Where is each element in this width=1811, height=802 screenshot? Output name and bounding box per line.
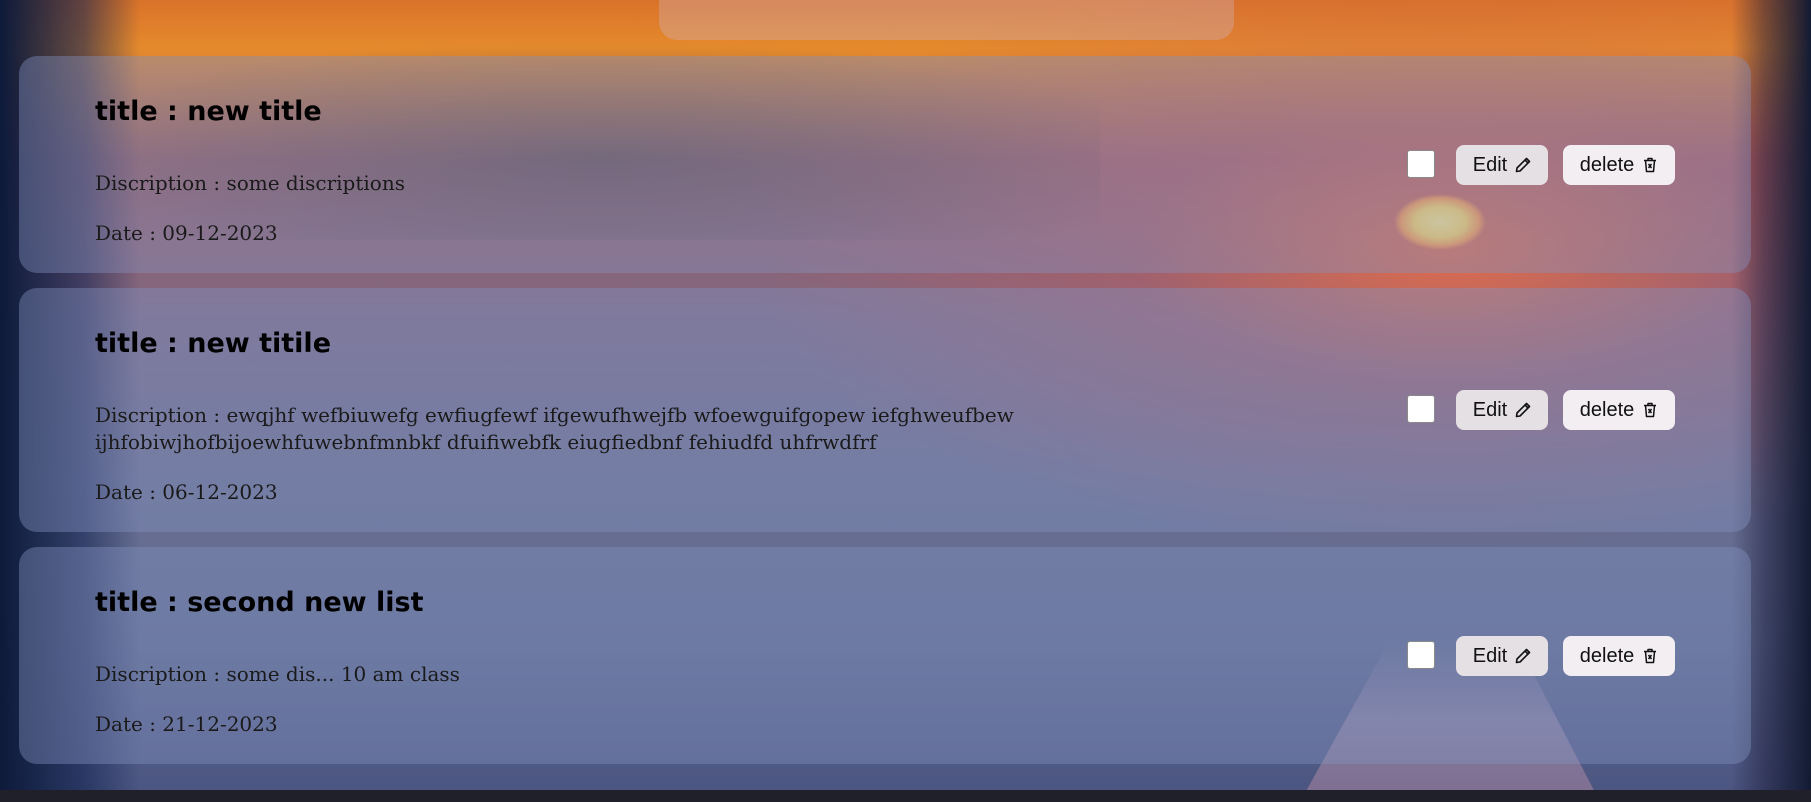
- pencil-icon: [1515, 648, 1531, 664]
- todo-card: title : new titile Discription : ewqjhf …: [19, 288, 1751, 532]
- trash-icon: [1644, 157, 1657, 173]
- todo-title: title : second new list: [95, 587, 424, 618]
- todo-checkbox[interactable]: [1407, 641, 1435, 669]
- delete-button[interactable]: delete: [1563, 390, 1675, 430]
- pencil-icon: [1515, 157, 1531, 173]
- todo-checkbox[interactable]: [1407, 150, 1435, 178]
- edit-button-label: Edit: [1472, 398, 1508, 421]
- trash-icon: [1644, 648, 1657, 664]
- todo-description: Discription : some discriptions: [95, 171, 405, 195]
- todo-title: title : new title: [95, 96, 322, 127]
- todo-date: Date : 06-12-2023: [95, 480, 278, 504]
- todo-checkbox[interactable]: [1407, 395, 1435, 423]
- edit-button-label: Edit: [1472, 153, 1508, 176]
- top-panel: [659, 0, 1234, 40]
- trash-icon: [1644, 402, 1657, 418]
- todo-date: Date : 21-12-2023: [95, 712, 278, 736]
- delete-button-label: delete: [1579, 644, 1635, 667]
- pencil-icon: [1515, 402, 1531, 418]
- todo-title: title : new titile: [95, 328, 331, 359]
- todo-description: Discription : some dis... 10 am class: [95, 662, 460, 686]
- delete-button[interactable]: delete: [1563, 636, 1675, 676]
- edit-button[interactable]: Edit: [1456, 145, 1548, 185]
- taskbar: [0, 790, 1811, 802]
- edit-button-label: Edit: [1472, 644, 1508, 667]
- delete-button-label: delete: [1579, 153, 1635, 176]
- delete-button[interactable]: delete: [1563, 145, 1675, 185]
- edit-button[interactable]: Edit: [1456, 636, 1548, 676]
- edit-button[interactable]: Edit: [1456, 390, 1548, 430]
- todo-date: Date : 09-12-2023: [95, 221, 278, 245]
- todo-card: title : second new list Discription : so…: [19, 547, 1751, 764]
- delete-button-label: delete: [1579, 398, 1635, 421]
- todo-card: title : new title Discription : some dis…: [19, 56, 1751, 273]
- todo-description: Discription : ewqjhf wefbiuwefg ewfiugfe…: [95, 403, 1014, 454]
